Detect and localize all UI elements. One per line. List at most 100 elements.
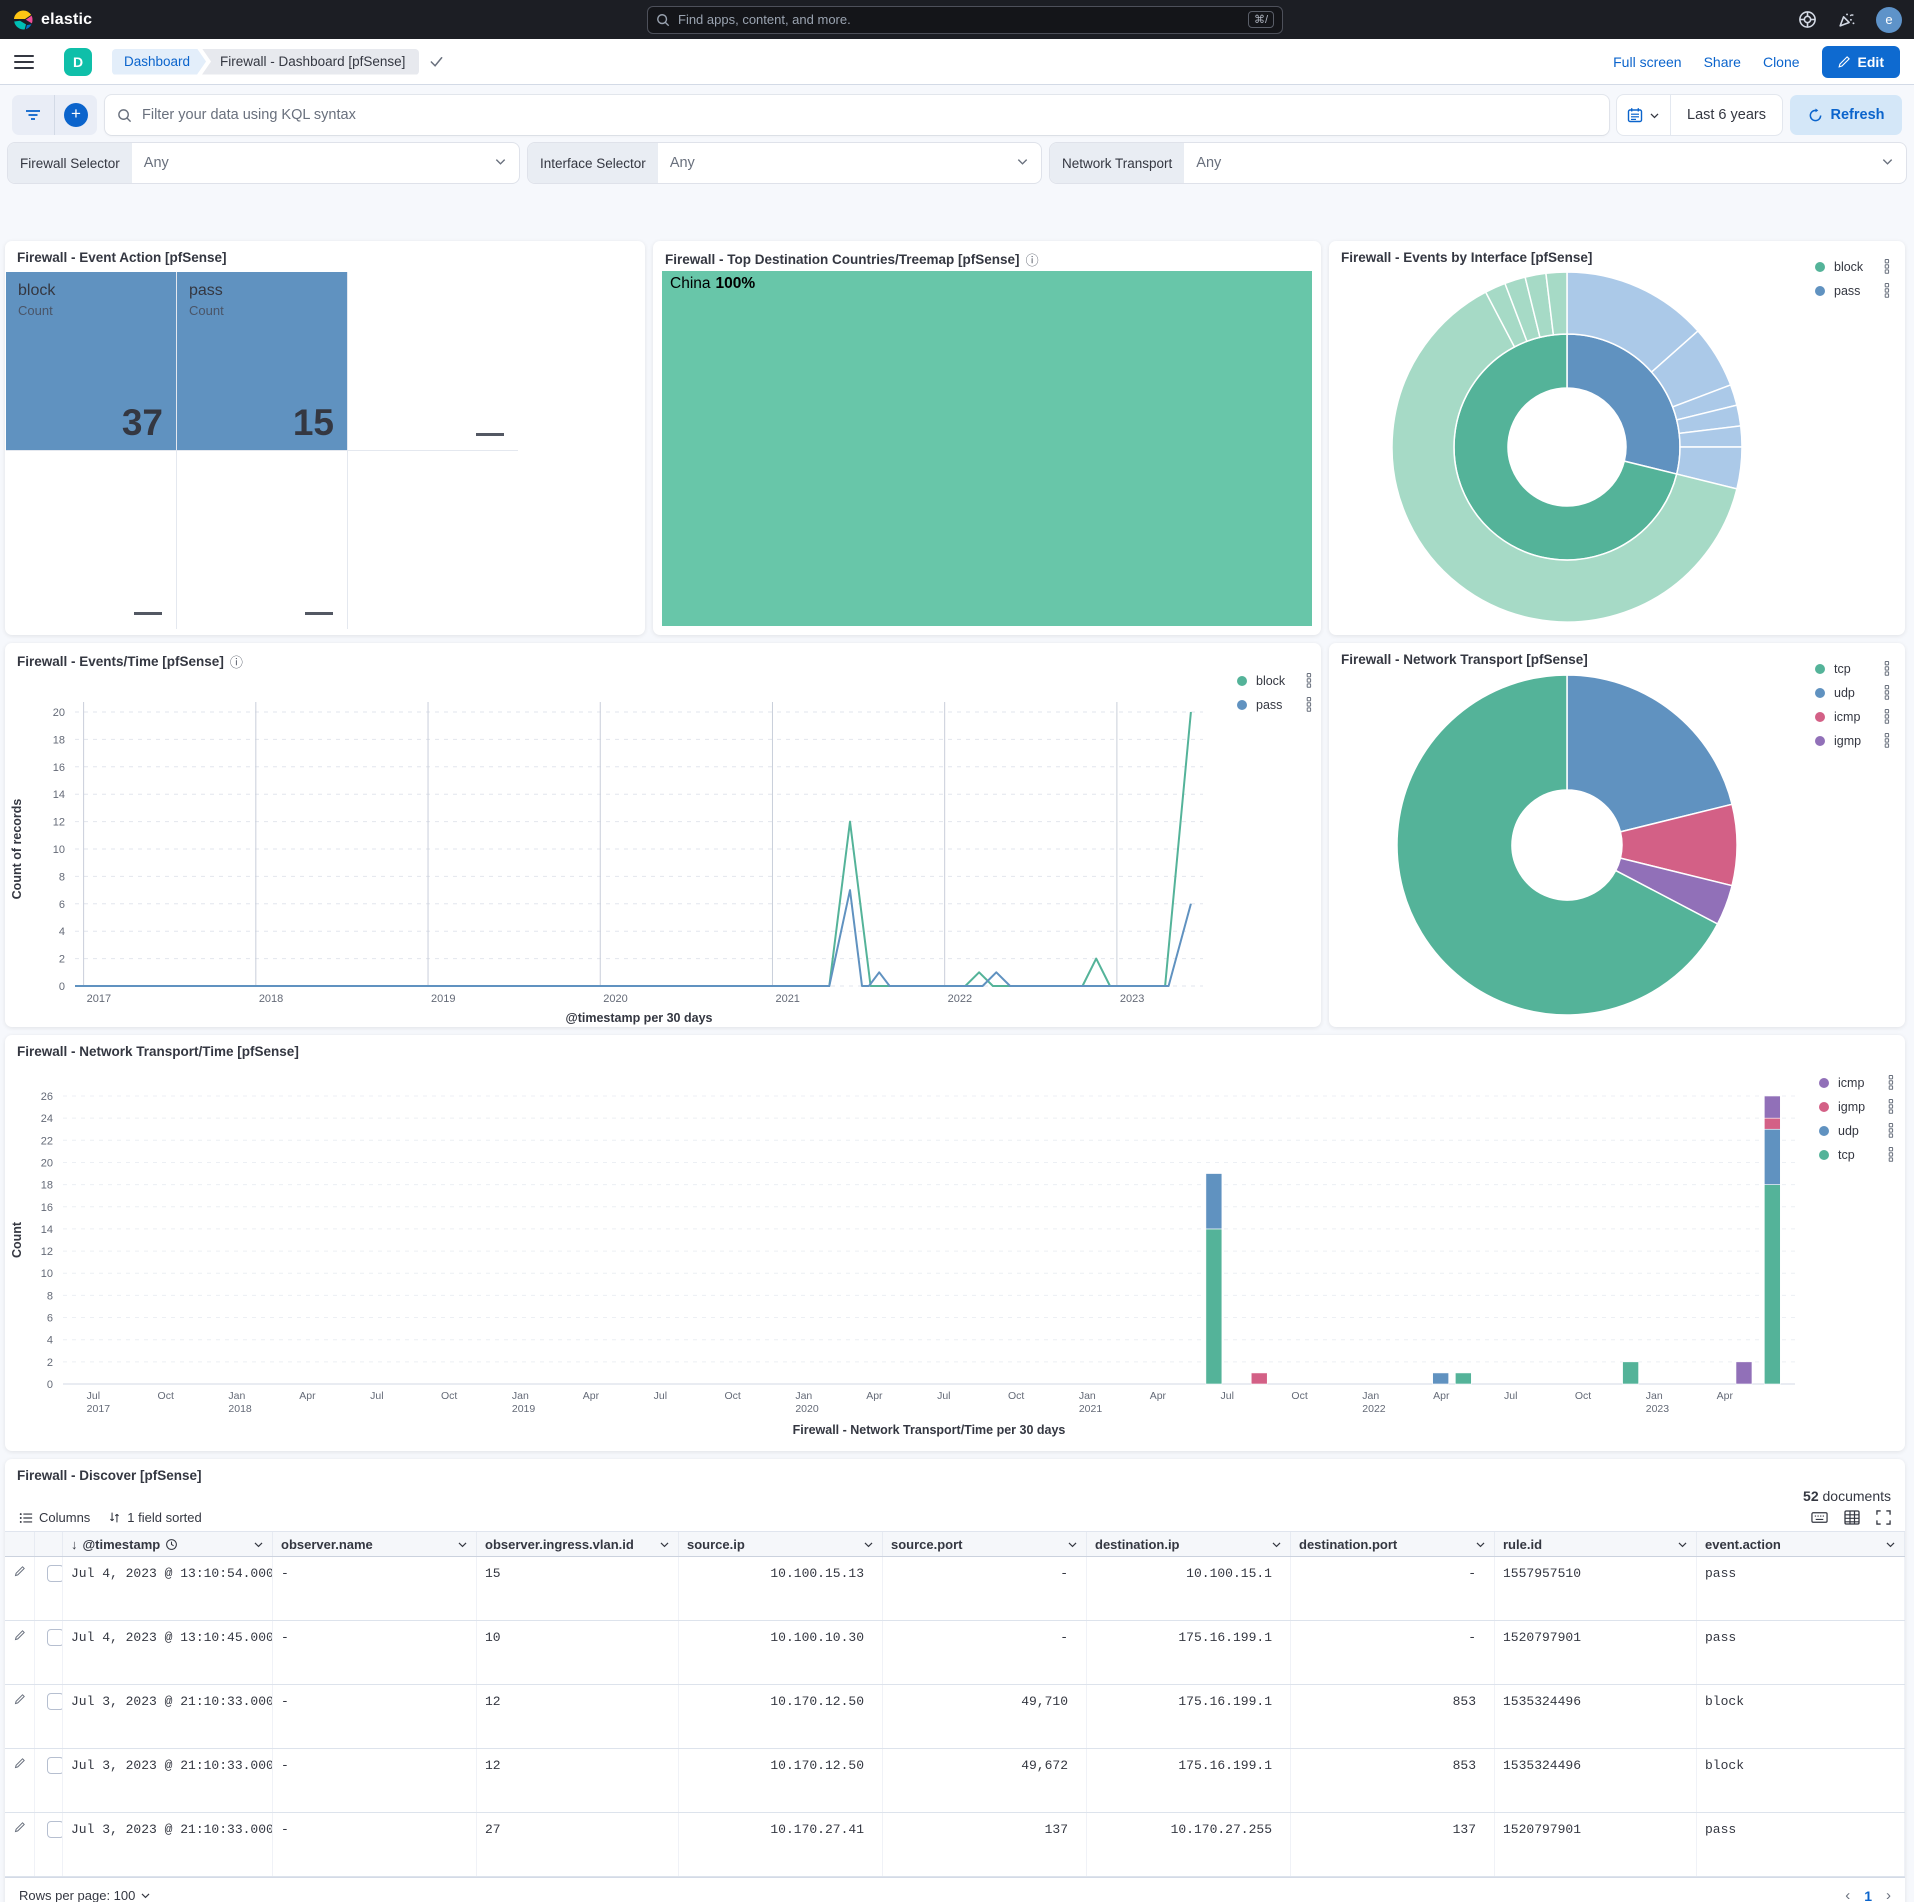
legend-item-udp[interactable]: udp — [1819, 1123, 1895, 1138]
expand-row-button[interactable] — [5, 1621, 35, 1684]
keyboard-shortcuts-icon[interactable] — [1811, 1510, 1828, 1525]
events-time-line-chart[interactable]: 0246810121416182020172018201920202021202… — [5, 674, 1321, 1027]
bar-segment-igmp[interactable] — [1764, 1118, 1780, 1129]
rows-per-page-button[interactable]: Rows per page: 100 — [19, 1888, 151, 1902]
metric-tile-empty-2[interactable] — [348, 272, 518, 450]
panel-title[interactable]: Firewall - Events/Time [pfSense]ⓘ — [5, 643, 1321, 674]
row-checkbox[interactable] — [47, 1629, 63, 1646]
column-header-event.action[interactable]: event.action — [1697, 1532, 1905, 1556]
column-header-destination.port[interactable]: destination.port — [1291, 1532, 1495, 1556]
page-1-button[interactable]: 1 — [1864, 1888, 1872, 1902]
legend-options-icon[interactable] — [1887, 1123, 1895, 1138]
column-header-rule.id[interactable]: rule.id — [1495, 1532, 1697, 1556]
network-transport-selector[interactable]: Network Transport Any — [1050, 143, 1906, 183]
kql-search-bar[interactable] — [105, 95, 1609, 135]
legend-item-igmp[interactable]: igmp — [1815, 733, 1891, 748]
kql-input[interactable] — [142, 107, 1597, 123]
row-checkbox[interactable] — [47, 1821, 63, 1838]
expand-row-button[interactable] — [5, 1749, 35, 1812]
panel-title[interactable]: Firewall - Top Destination Countries/Tre… — [653, 241, 1321, 272]
column-header-observer.name[interactable]: observer.name — [273, 1532, 477, 1556]
legend-options-icon[interactable] — [1305, 697, 1313, 712]
legend-options-icon[interactable] — [1887, 1075, 1895, 1090]
bar-segment-udp[interactable] — [1764, 1129, 1780, 1184]
metric-tile-empty-3[interactable] — [6, 451, 176, 629]
full-screen-button[interactable]: Full screen — [1613, 54, 1681, 70]
display-options-icon[interactable] — [1844, 1510, 1860, 1525]
bar-segment-udp[interactable] — [1206, 1174, 1222, 1229]
share-button[interactable]: Share — [1704, 54, 1741, 70]
global-search[interactable]: ⌘/ — [647, 6, 1283, 34]
info-icon[interactable]: ⓘ — [230, 652, 243, 671]
sort-fields-button[interactable]: 1 field sorted — [108, 1510, 201, 1525]
edit-button[interactable]: Edit — [1822, 46, 1900, 78]
help-icon[interactable] — [1798, 10, 1817, 29]
legend-item-pass[interactable]: pass — [1815, 283, 1891, 298]
column-header-@timestamp[interactable]: ↓@timestamp — [63, 1532, 273, 1556]
legend-options-icon[interactable] — [1887, 1147, 1895, 1162]
metric-tile-pass[interactable]: passCount15 — [177, 272, 347, 450]
breadcrumb-dashboard[interactable]: Dashboard — [112, 49, 206, 75]
refresh-button[interactable]: Refresh — [1790, 95, 1902, 135]
treemap-rect-china[interactable]: China100% — [662, 271, 1312, 626]
legend-options-icon[interactable] — [1883, 733, 1891, 748]
legend-options-icon[interactable] — [1883, 259, 1891, 274]
date-picker-calendar-button[interactable] — [1617, 95, 1671, 135]
column-header-source.port[interactable]: source.port — [883, 1532, 1087, 1556]
legend-options-icon[interactable] — [1883, 709, 1891, 724]
row-checkbox[interactable] — [47, 1757, 63, 1774]
firewall-selector[interactable]: Firewall Selector Any — [8, 143, 519, 183]
legend-options-icon[interactable] — [1883, 661, 1891, 676]
previous-page-button[interactable]: ‹ — [1845, 1887, 1850, 1902]
legend-item-tcp[interactable]: tcp — [1815, 661, 1891, 676]
legend-options-icon[interactable] — [1883, 283, 1891, 298]
bar-segment-tcp[interactable] — [1764, 1185, 1780, 1384]
legend-item-tcp[interactable]: tcp — [1819, 1147, 1895, 1162]
bar-segment-udp[interactable] — [1433, 1373, 1449, 1384]
bar-segment-tcp[interactable] — [1623, 1362, 1639, 1384]
clone-button[interactable]: Clone — [1763, 54, 1800, 70]
saved-filters-icon[interactable] — [12, 95, 54, 135]
expand-row-button[interactable] — [5, 1813, 35, 1876]
legend-item-pass[interactable]: pass — [1237, 697, 1313, 712]
user-avatar[interactable]: e — [1876, 7, 1902, 33]
bar-segment-icmp[interactable] — [1736, 1362, 1752, 1384]
global-search-input[interactable] — [678, 12, 1240, 27]
news-icon[interactable] — [1837, 10, 1856, 29]
column-header-observer.ingress.vlan.id[interactable]: observer.ingress.vlan.id — [477, 1532, 679, 1556]
legend-options-icon[interactable] — [1305, 673, 1313, 688]
legend-item-udp[interactable]: udp — [1815, 685, 1891, 700]
row-checkbox[interactable] — [47, 1693, 63, 1710]
panel-title[interactable]: Firewall - Network Transport/Time [pfSen… — [5, 1035, 1905, 1062]
metric-tile-empty-4[interactable] — [177, 451, 347, 629]
legend-item-icmp[interactable]: icmp — [1815, 709, 1891, 724]
next-page-button[interactable]: › — [1886, 1887, 1891, 1902]
fullscreen-icon[interactable] — [1876, 1510, 1891, 1525]
saved-check-icon[interactable] — [429, 54, 444, 69]
info-icon[interactable]: ⓘ — [1026, 250, 1039, 269]
elastic-logo[interactable]: elastic — [12, 9, 92, 31]
column-header-source.ip[interactable]: source.ip — [679, 1532, 883, 1556]
bar-segment-tcp[interactable] — [1206, 1229, 1222, 1384]
metric-tile-block[interactable]: blockCount37 — [6, 272, 176, 450]
panel-title[interactable]: Firewall - Event Action [pfSense] — [5, 241, 645, 268]
expand-row-button[interactable] — [5, 1685, 35, 1748]
row-checkbox[interactable] — [47, 1565, 63, 1582]
legend-options-icon[interactable] — [1887, 1099, 1895, 1114]
legend-options-icon[interactable] — [1883, 685, 1891, 700]
bar-segment-igmp[interactable] — [1251, 1373, 1267, 1384]
bar-segment-icmp[interactable] — [1764, 1096, 1780, 1118]
panel-title[interactable]: Firewall - Discover [pfSense] — [5, 1459, 1905, 1486]
time-range-value[interactable]: Last 6 years — [1671, 107, 1782, 123]
legend-item-igmp[interactable]: igmp — [1819, 1099, 1895, 1114]
legend-item-block[interactable]: block — [1237, 673, 1313, 688]
dashboard-app-badge[interactable]: D — [64, 48, 92, 76]
bar-segment-tcp[interactable] — [1455, 1373, 1471, 1384]
column-header-destination.ip[interactable]: destination.ip — [1087, 1532, 1291, 1556]
line-series-pass[interactable] — [75, 890, 1191, 986]
legend-item-icmp[interactable]: icmp — [1819, 1075, 1895, 1090]
events-by-interface-donut[interactable] — [1329, 268, 1905, 626]
menu-icon[interactable] — [14, 55, 34, 69]
donut-slice-udp[interactable] — [1567, 675, 1732, 832]
columns-button[interactable]: Columns — [19, 1510, 90, 1525]
